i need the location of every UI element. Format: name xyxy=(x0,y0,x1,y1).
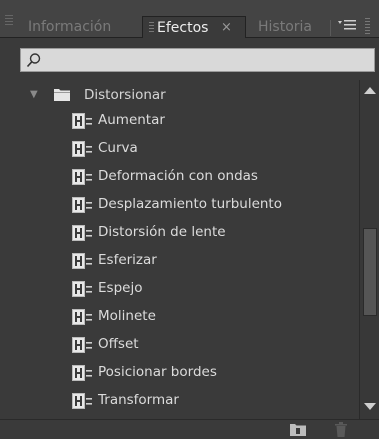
effect-label: Espejo xyxy=(98,280,143,296)
effect-item[interactable]: Esferizar xyxy=(20,252,360,276)
panel-menu-icon[interactable] xyxy=(336,19,358,35)
effect-icon xyxy=(72,281,92,297)
close-icon[interactable]: × xyxy=(221,17,232,39)
effect-item[interactable]: Deformación con ondas xyxy=(20,168,360,192)
effect-icon xyxy=(72,393,92,409)
search-icon xyxy=(26,53,41,68)
tab-historia[interactable]: Historia xyxy=(248,16,328,38)
effect-icon xyxy=(72,365,92,381)
disclosure-triangle-icon[interactable]: ▼ xyxy=(30,89,38,100)
effect-item[interactable]: Molinete xyxy=(20,308,360,332)
tab-historia-label: Historia xyxy=(258,19,312,35)
effect-icon xyxy=(72,197,92,213)
panel-edge-grip-icon xyxy=(365,18,370,34)
effect-icon xyxy=(72,253,92,269)
vertical-scrollbar[interactable] xyxy=(359,80,379,419)
effect-label: Distorsión de lente xyxy=(98,224,226,240)
effect-item[interactable]: Desplazamiento turbulento xyxy=(20,196,360,220)
effect-label: Offset xyxy=(98,336,139,352)
effect-label: Esferizar xyxy=(98,252,157,268)
effect-label: Curva xyxy=(98,140,138,156)
effects-panel: Información Efectos × Historia ▼ Distors… xyxy=(0,0,379,439)
search-input[interactable] xyxy=(43,49,363,71)
effect-icon xyxy=(72,141,92,157)
search-field[interactable] xyxy=(20,48,375,72)
effect-label: Desplazamiento turbulento xyxy=(98,196,282,212)
scroll-up-arrow-icon[interactable] xyxy=(364,87,376,94)
tab-grip-icon xyxy=(149,22,154,34)
panel-menu-glyph xyxy=(338,20,356,30)
tab-separator xyxy=(330,20,331,36)
tab-efectos-label: Efectos xyxy=(157,20,209,36)
effect-icon xyxy=(72,309,92,325)
tab-bar: Información Efectos × Historia xyxy=(0,0,379,38)
effect-item[interactable]: Transformar xyxy=(20,392,360,416)
effect-item[interactable]: Posicionar bordes xyxy=(20,364,360,388)
effect-icon xyxy=(72,113,92,129)
folder-icon xyxy=(54,89,70,101)
effect-icon xyxy=(72,337,92,353)
tab-informacion[interactable]: Información xyxy=(18,16,142,38)
effect-item[interactable]: Offset xyxy=(20,336,360,360)
new-bin-icon[interactable] xyxy=(290,423,306,436)
folder-label: Distorsionar xyxy=(84,87,166,103)
effect-label: Aumentar xyxy=(98,112,165,128)
effect-label: Transformar xyxy=(98,392,179,408)
trash-icon[interactable] xyxy=(335,422,347,437)
folder-distorsionar[interactable]: ▼ Distorsionar xyxy=(20,86,360,108)
scrollbar-thumb[interactable] xyxy=(363,228,377,316)
effects-tree: ▼ Distorsionar Aumentar Curva Deformación … xyxy=(20,80,360,410)
tab-efectos[interactable]: Efectos × xyxy=(142,16,246,38)
panel-footer xyxy=(0,419,379,439)
effect-icon xyxy=(72,169,92,185)
effect-label: Posicionar bordes xyxy=(98,364,217,380)
effect-label: Deformación con ondas xyxy=(98,168,258,184)
effect-label: Molinete xyxy=(98,308,156,324)
effect-item[interactable]: Aumentar xyxy=(20,112,360,136)
tab-informacion-label: Información xyxy=(28,19,112,35)
scroll-down-arrow-icon[interactable] xyxy=(364,403,376,410)
effect-item[interactable]: Espejo xyxy=(20,280,360,304)
panel-grip-icon[interactable] xyxy=(5,15,13,27)
effect-item[interactable]: Curva xyxy=(20,140,360,164)
effect-icon xyxy=(72,225,92,241)
effect-item[interactable]: Distorsión de lente xyxy=(20,224,360,248)
